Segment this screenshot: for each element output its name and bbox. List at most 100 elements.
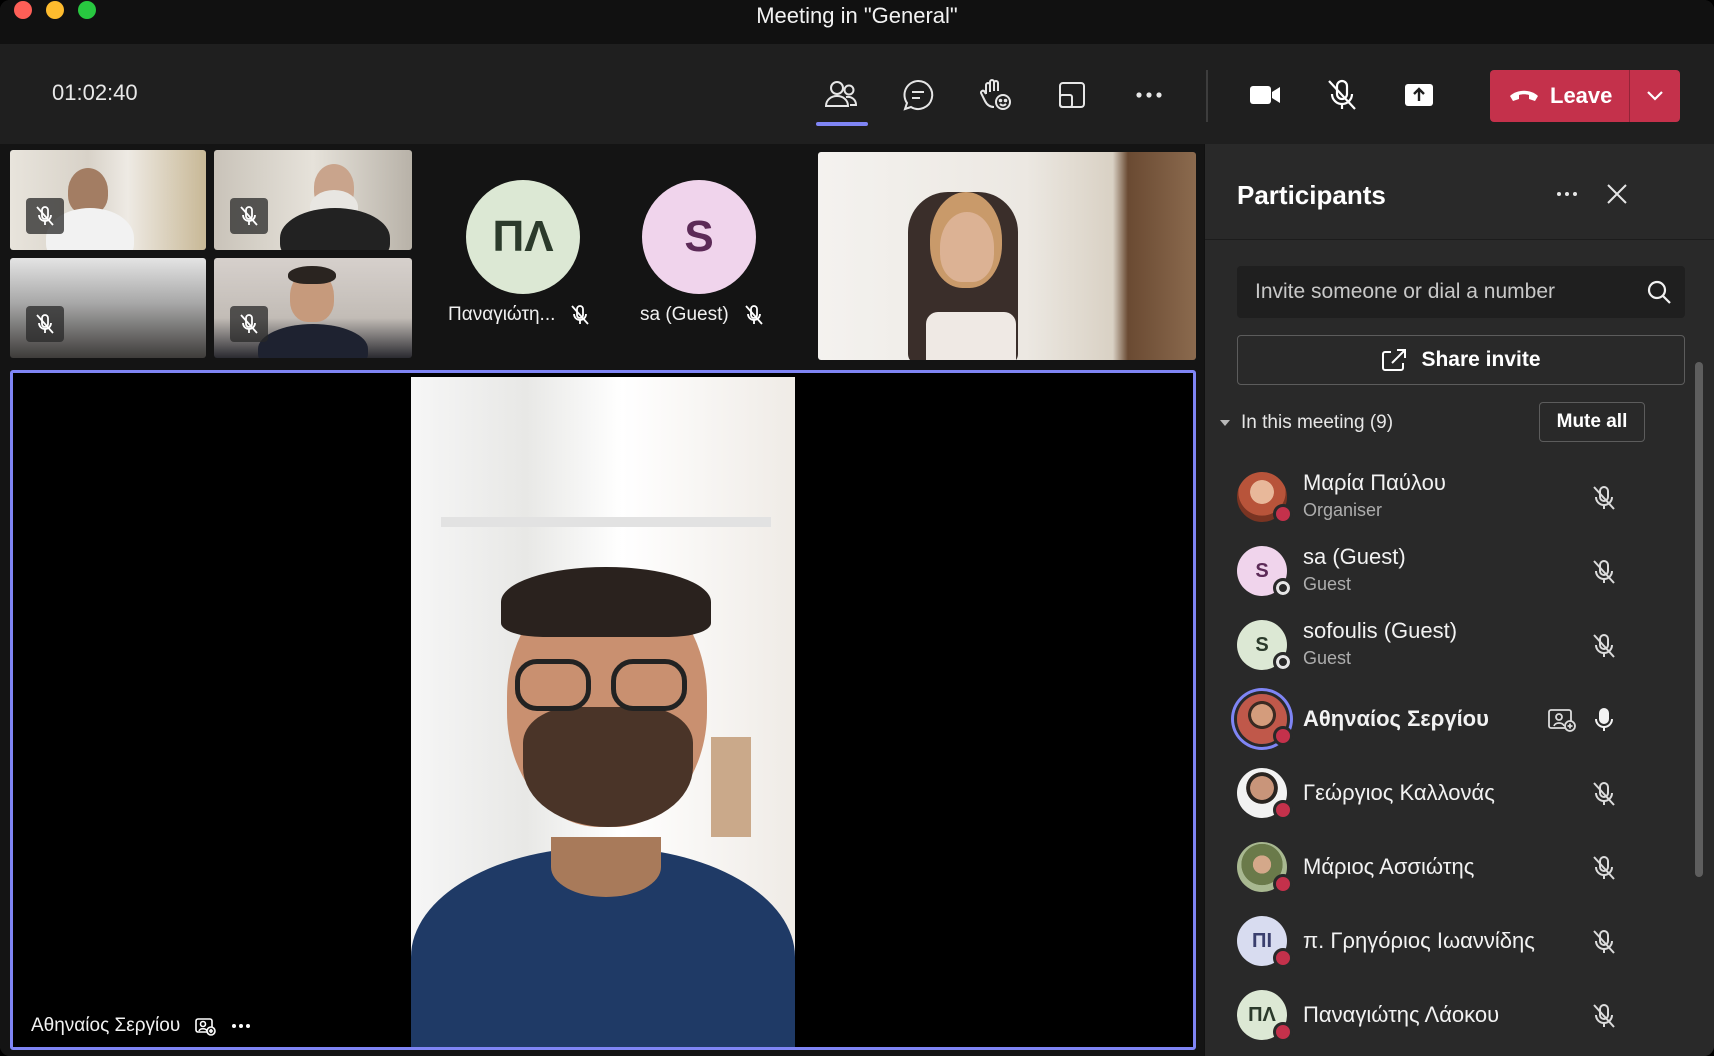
leave-options-button[interactable] [1630,70,1680,122]
sharing-content-indicator [1545,704,1579,736]
mute-all-button[interactable]: Mute all [1539,402,1645,442]
shared-content-icon [1548,709,1576,732]
share-screen-button[interactable] [1394,72,1444,118]
spotlight-caption: Αθηναίος Σεργίου [31,1015,252,1037]
panel-close-button[interactable] [1595,172,1639,216]
spotlight-video[interactable]: Αθηναίος Σεργίου [10,370,1196,1050]
hang-up-icon [1510,90,1538,101]
window-title: Meeting in "General" [756,3,958,28]
shared-content-icon [195,1018,217,1036]
leave-control: Leave [1490,70,1680,122]
participant-row[interactable]: Γεώργιος Καλλονάς [1205,756,1714,830]
participant-avatar[interactable]: S [642,180,756,294]
busy-status-icon [1273,800,1293,820]
participant-video-tile[interactable] [214,150,412,250]
leave-label: Leave [1550,83,1613,108]
invite-search-box [1237,266,1685,318]
more-actions-button[interactable] [1124,72,1174,118]
participant-row[interactable]: Μάριος Ασσιώτης [1205,830,1714,904]
meeting-timer: 01:02:40 [52,80,138,105]
more-icon[interactable] [230,1015,252,1037]
camera-button[interactable] [1240,72,1290,118]
participant-mic-button[interactable] [1588,1000,1620,1032]
zoom-window-button[interactable] [78,1,96,19]
caret-down-icon [1220,420,1230,426]
participant-row[interactable]: S sofoulis (Guest) Guest [1205,608,1714,682]
mic-off-icon [1328,79,1356,110]
title-bar: Meeting in "General" [0,0,1714,44]
participant-name: π. Γρηγόριος Ιωαννίδης [1303,928,1535,953]
muted-indicator [26,198,64,234]
participant-list: Μαρία Παύλου Organiser S sa (Guest) Gues… [1205,460,1714,1052]
participant-caption: Παναγιώτη... [448,304,591,326]
participant-mic-button[interactable] [1588,926,1620,958]
participant-row[interactable]: S sa (Guest) Guest [1205,534,1714,608]
spotlight-name: Αθηναίος Σεργίου [31,1015,181,1036]
reactions-button[interactable] [970,72,1020,118]
participant-name: Μάριος Ασσιώτης [1303,854,1475,879]
section-label: In this meeting (9) [1241,412,1394,433]
participant-avatar[interactable]: ΠΛ [466,180,580,294]
participant-mic-button[interactable] [1588,704,1620,736]
panel-header: Participants [1205,144,1714,240]
more-icon [1557,192,1577,196]
participant-caption: sa (Guest) [640,304,765,326]
busy-status-icon [1273,726,1293,746]
active-tab-indicator [816,122,868,126]
panel-title: Participants [1237,180,1386,210]
participant-video-tile[interactable] [818,152,1196,360]
busy-status-icon [1273,504,1293,524]
muted-indicator [230,306,268,342]
busy-status-icon [1273,948,1293,968]
toolbar-divider [1206,70,1208,122]
meeting-window: Meeting in "General" 01:02:40 Leave ΠΛ Π… [0,0,1714,1056]
participant-video-tile[interactable] [214,258,412,358]
raise-hand-icon [980,79,1011,110]
panel-more-button[interactable] [1545,172,1589,216]
participant-mic-button[interactable] [1588,482,1620,514]
participant-row[interactable]: Αθηναίος Σεργίου [1205,682,1714,756]
window-controls [14,0,96,19]
share-invite-label: Share invite [1421,348,1541,371]
invite-input[interactable] [1237,266,1633,318]
leave-button[interactable]: Leave [1490,70,1629,122]
close-window-button[interactable] [14,1,32,19]
participant-name: sa (Guest) [640,304,729,325]
invite-search-button[interactable] [1633,266,1685,318]
mic-off-icon [1593,782,1615,806]
participant-mic-button[interactable] [1588,556,1620,588]
participant-role: Guest [1303,648,1352,668]
busy-status-icon [1273,874,1293,894]
minimize-window-button[interactable] [46,1,64,19]
participants-scrollbar[interactable] [1695,362,1703,877]
mic-off-icon [240,206,258,226]
mic-off-icon [571,305,590,325]
people-icon [824,81,858,107]
participant-video-tile[interactable] [10,150,206,250]
participant-row[interactable]: ΠΛ Παναγιώτης Λάοκου [1205,978,1714,1052]
mic-button[interactable] [1317,72,1367,118]
offline-status-icon [1273,578,1293,598]
participant-row[interactable]: Μαρία Παύλου Organiser [1205,460,1714,534]
participant-mic-button[interactable] [1588,778,1620,810]
participant-video-tile[interactable] [10,258,206,358]
participant-name: Μαρία Παύλου [1303,470,1446,495]
chat-button[interactable] [893,72,943,118]
participant-mic-button[interactable] [1588,852,1620,884]
participant-mic-button[interactable] [1588,630,1620,662]
participant-name: Παναγιώτης Λάοκου [1303,1002,1500,1027]
busy-status-icon [1273,1022,1293,1042]
more-icon [1136,92,1162,98]
mic-icon [1595,708,1613,731]
people-button[interactable] [816,72,866,118]
camera-icon [1250,86,1280,104]
offline-status-icon [1273,652,1293,672]
muted-indicator [26,306,64,342]
participant-role: Organiser [1303,500,1383,520]
video-stage: ΠΛ Παναγιώτη... S sa (Guest) Αθηναίος Σε… [0,144,1204,1056]
share-tray-button[interactable] [1047,72,1097,118]
muted-indicator [230,198,268,234]
participant-row[interactable]: ΠΙ π. Γρηγόριος Ιωαννίδης [1205,904,1714,978]
mic-off-icon [745,305,763,325]
share-invite-button[interactable]: Share invite [1237,335,1685,385]
